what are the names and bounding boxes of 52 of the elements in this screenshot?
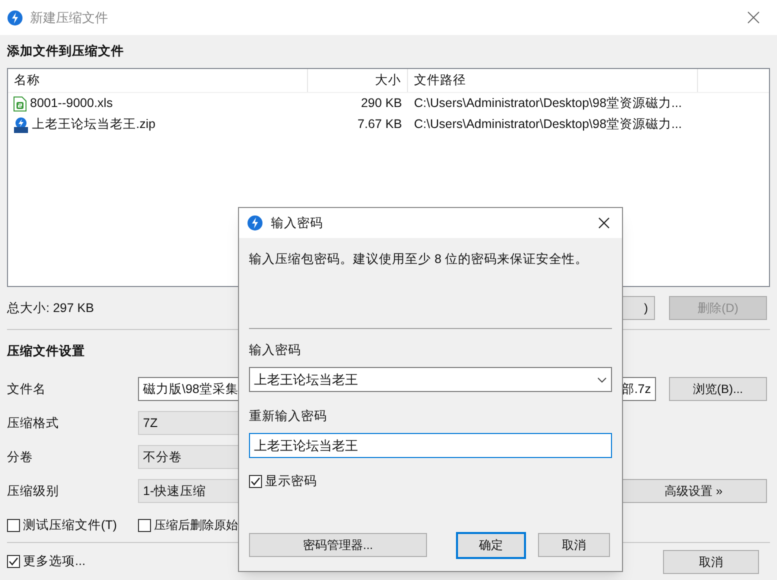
dialog-button[interactable]: 密码管理器... xyxy=(249,533,427,558)
field-label: 文件名 xyxy=(7,380,47,398)
checkbox[interactable] xyxy=(7,518,20,532)
option-label: 测试压缩文件(T) xyxy=(23,516,117,534)
total-size: 总大小: 297 KB xyxy=(7,300,94,317)
dialog-message: 输入压缩包密码。建议使用至少 8 位的密码来保证安全性。 xyxy=(249,251,589,268)
file-row[interactable]: 上老王论坛当老王.zip 7.67 KB C:\Users\Administrator\Desktop\98堂资源磁力... xyxy=(8,114,769,135)
file-size: 290 KB xyxy=(360,95,403,112)
section-heading: 添加文件到压缩文件 xyxy=(7,42,124,60)
option-label: 压缩后删除原始 xyxy=(154,517,238,534)
column-header[interactable]: 名称 xyxy=(8,69,308,92)
cancel-button[interactable]: 取消 xyxy=(663,550,759,574)
spreadsheet-file-icon xyxy=(13,96,27,112)
checkbox[interactable] xyxy=(249,474,262,488)
column-header[interactable]: 大小 xyxy=(308,69,408,92)
browse-button[interactable]: 浏览(B)... xyxy=(669,377,767,401)
column-header[interactable]: 文件路径 xyxy=(408,69,698,92)
chevron-down-icon[interactable] xyxy=(597,376,607,382)
file-path: C:\Users\Administrator\Desktop\98堂资源磁力... xyxy=(413,116,683,134)
file-row[interactable]: 8001--9000.xls 290 KB C:\Users\Administrator\Desktop\98堂资源磁力... xyxy=(8,93,769,114)
field-text: 部.7z xyxy=(621,380,651,398)
field-label: 压缩级别 xyxy=(7,482,60,500)
dialog-title: 输入密码 xyxy=(271,214,323,232)
field-label: 分卷 xyxy=(7,448,34,466)
confirm-password-field[interactable]: 上老王论坛当老王 xyxy=(249,433,612,458)
field-text: 上老王论坛当老王 xyxy=(254,370,359,389)
advanced-settings-button[interactable]: 高级设置 » xyxy=(620,479,767,503)
password-combo-field[interactable]: 上老王论坛当老王 xyxy=(249,367,612,392)
section-heading: 压缩文件设置 xyxy=(7,342,85,360)
checkbox-label[interactable]: 压缩后删除原始 xyxy=(138,516,238,534)
app-logo-icon xyxy=(247,215,263,231)
dialog-button[interactable]: 确定 xyxy=(456,532,526,559)
file-size: 7.67 KB xyxy=(356,116,403,134)
checkbox-label[interactable]: 显示密码 xyxy=(249,472,612,491)
checkbox-label[interactable]: 测试压缩文件(T) xyxy=(7,516,138,534)
option-label: 显示密码 xyxy=(265,473,317,490)
window-title: 新建压缩文件 xyxy=(30,8,108,27)
file-name: 8001--9000.xls xyxy=(30,95,113,112)
file-name: 上老王论坛当老王.zip xyxy=(32,116,156,134)
checkbox[interactable] xyxy=(138,518,151,532)
field-text: 磁力版\98堂采集 xyxy=(143,380,238,398)
option-label: 更多选项... xyxy=(23,553,86,570)
field-label: 输入密码 xyxy=(249,342,302,359)
dialog-button[interactable]: 取消 xyxy=(538,533,610,558)
close-icon[interactable] xyxy=(598,217,610,229)
field-label: 压缩格式 xyxy=(7,414,60,432)
checkbox[interactable] xyxy=(7,555,20,568)
field-label: 重新输入密码 xyxy=(249,408,328,425)
file-path: C:\Users\Administrator\Desktop\98堂资源磁力... xyxy=(413,95,683,112)
checkbox-label[interactable]: 更多选项... xyxy=(7,552,86,571)
archive-file-icon xyxy=(13,116,29,132)
app-logo-icon xyxy=(7,10,23,26)
